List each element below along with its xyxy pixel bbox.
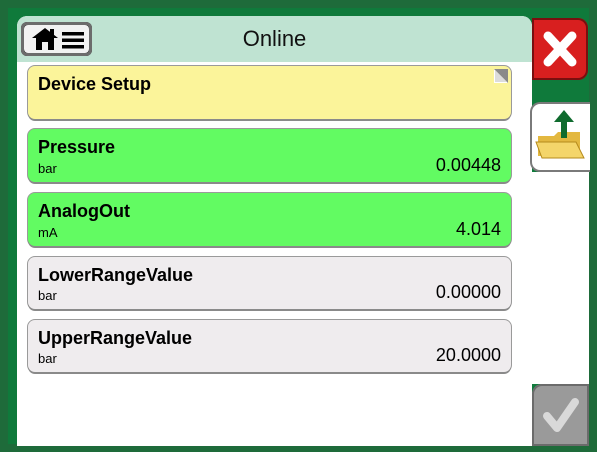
export-button[interactable]	[530, 102, 590, 172]
folded-corner-icon	[494, 69, 508, 83]
list-item-pressure[interactable]: Pressure bar 0.00448	[28, 129, 511, 182]
item-unit: bar	[38, 288, 57, 303]
checkmark-icon	[543, 398, 579, 432]
list-item-upper-range-value[interactable]: UpperRangeValue bar 20.0000	[28, 320, 511, 372]
close-icon	[543, 31, 577, 67]
item-value: 4.014	[455, 219, 501, 239]
list-item-device-setup[interactable]: Device Setup	[28, 66, 511, 119]
item-value: 0.00000	[435, 282, 501, 302]
folder-upload-icon	[535, 110, 585, 159]
close-button[interactable]	[532, 18, 588, 80]
item-label: LowerRangeValue	[38, 265, 194, 285]
page-title: Online	[242, 26, 307, 51]
item-unit: mA	[38, 225, 58, 240]
accept-button[interactable]	[532, 384, 589, 446]
side-blank	[532, 172, 589, 384]
item-unit: bar	[38, 161, 57, 176]
item-value: 0.00448	[435, 155, 501, 175]
item-unit: bar	[38, 351, 57, 366]
list-item-lower-range-value[interactable]: LowerRangeValue bar 0.00000	[28, 257, 511, 309]
title-bar: Online	[17, 16, 532, 62]
item-value: 20.0000	[435, 345, 501, 365]
list-item-analogout[interactable]: AnalogOut mA 4.014	[28, 193, 511, 246]
item-label: UpperRangeValue	[38, 328, 193, 348]
side-panel	[530, 16, 590, 446]
item-label: AnalogOut	[38, 201, 130, 221]
side-spacer	[532, 80, 589, 102]
item-label: Device Setup	[38, 74, 152, 94]
main-screen: Online Device Setup Pressure bar 0.00448…	[17, 16, 532, 446]
item-label: Pressure	[38, 137, 116, 157]
